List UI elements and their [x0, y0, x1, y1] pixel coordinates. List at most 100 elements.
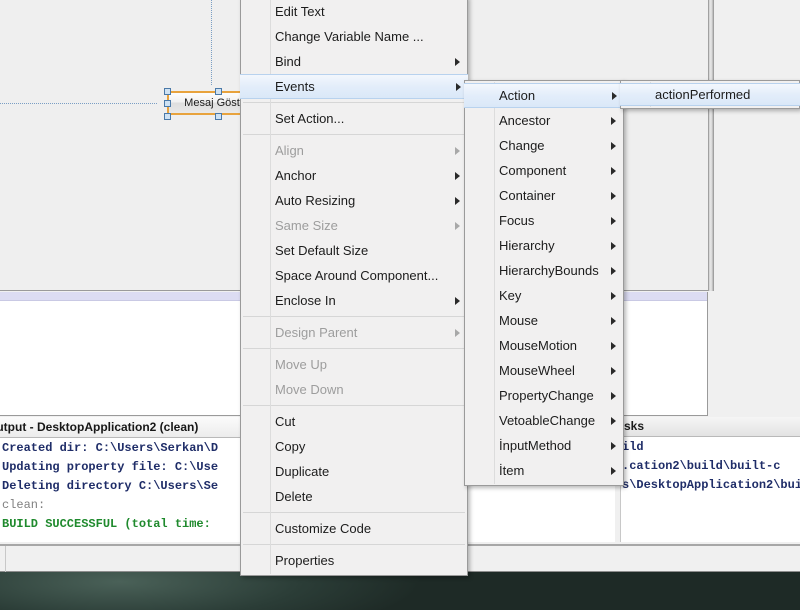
- submenu-arrow-icon: [611, 116, 616, 125]
- menu-item-duplicate[interactable]: Duplicate: [241, 459, 467, 484]
- menu-item-label: Mouse: [499, 313, 539, 328]
- events-item-i-nputmethod[interactable]: İnputMethod: [465, 433, 623, 458]
- action-item-actionperformed[interactable]: actionPerformed: [620, 83, 800, 106]
- menu-item-label: Bind: [275, 54, 302, 69]
- menu-item-design-parent: Design Parent: [241, 320, 467, 345]
- menu-item-label: Action: [499, 88, 536, 103]
- tasks-log[interactable]: ild .cation2\build\built-c s\DesktopAppl…: [622, 438, 800, 542]
- events-item-hierarchybounds[interactable]: HierarchyBounds: [465, 258, 623, 283]
- desktop-wallpaper: [0, 572, 800, 610]
- resize-handle-n[interactable]: [215, 88, 222, 95]
- submenu-arrow-icon: [611, 191, 616, 200]
- menu-item-events[interactable]: Events: [240, 74, 468, 99]
- menu-item-label: Copy: [275, 439, 306, 454]
- menu-item-label: Cut: [275, 414, 296, 429]
- menu-item-change-variable-name[interactable]: Change Variable Name ...: [241, 24, 467, 49]
- events-item-component[interactable]: Component: [465, 158, 623, 183]
- menu-separator: [243, 348, 465, 349]
- menu-item-anchor[interactable]: Anchor: [241, 163, 467, 188]
- menu-item-label: Space Around Component...: [275, 268, 439, 283]
- events-item-focus[interactable]: Focus: [465, 208, 623, 233]
- menu-item-label: MouseWheel: [499, 363, 575, 378]
- menu-item-label: Same Size: [275, 218, 338, 233]
- menu-item-move-down: Move Down: [241, 377, 467, 402]
- menu-item-label: Design Parent: [275, 325, 358, 340]
- events-item-mousemotion[interactable]: MouseMotion: [465, 333, 623, 358]
- menu-item-customize-code[interactable]: Customize Code: [241, 516, 467, 541]
- menu-item-set-action[interactable]: Set Action...: [241, 106, 467, 131]
- tasks-line: ild: [622, 440, 644, 454]
- events-item-change[interactable]: Change: [465, 133, 623, 158]
- events-item-mousewheel[interactable]: MouseWheel: [465, 358, 623, 383]
- events-item-action[interactable]: Action: [464, 83, 624, 108]
- submenu-arrow-icon: [611, 466, 616, 475]
- submenu-arrow-icon: [611, 316, 616, 325]
- menu-item-auto-resizing[interactable]: Auto Resizing: [241, 188, 467, 213]
- submenu-arrow-icon: [611, 266, 616, 275]
- status-bar-rail: [0, 546, 6, 572]
- menu-item-enclose-in[interactable]: Enclose In: [241, 288, 467, 313]
- menu-item-label: Component: [499, 163, 567, 178]
- menu-item-space-around-component[interactable]: Space Around Component...: [241, 263, 467, 288]
- menu-item-copy[interactable]: Copy: [241, 434, 467, 459]
- submenu-arrow-icon: [611, 416, 616, 425]
- resize-handle-sw[interactable]: [164, 113, 171, 120]
- events-item-hierarchy[interactable]: Hierarchy: [465, 233, 623, 258]
- menu-item-label: Move Up: [275, 357, 328, 372]
- component-context-menu[interactable]: Edit Text Change Variable Name ... Bind Eve…: [240, 0, 468, 576]
- menu-item-label: Properties: [275, 553, 335, 568]
- submenu-arrow-icon: [455, 296, 460, 305]
- submenu-arrow-icon: [455, 171, 460, 180]
- menu-item-properties[interactable]: Properties: [241, 548, 467, 573]
- submenu-arrow-icon: [611, 216, 616, 225]
- menu-item-label: Anchor: [275, 168, 317, 183]
- events-item-propertychange[interactable]: PropertyChange: [465, 383, 623, 408]
- alignment-guide-vertical: [211, 0, 212, 85]
- menu-item-label: Set Default Size: [275, 243, 369, 258]
- tasks-window[interactable]: sks ild .cation2\build\built-c s\Desktop…: [615, 417, 800, 542]
- submenu-arrow-icon: [611, 291, 616, 300]
- menu-item-delete[interactable]: Delete: [241, 484, 467, 509]
- vertical-splitter[interactable]: [708, 0, 714, 291]
- menu-item-label: İtem: [499, 463, 525, 478]
- events-item-container[interactable]: Container: [465, 183, 623, 208]
- tasks-header[interactable]: sks: [622, 417, 800, 437]
- events-item-mouse[interactable]: Mouse: [465, 308, 623, 333]
- menu-item-label: Events: [275, 79, 315, 94]
- resize-handle-nw[interactable]: [164, 88, 171, 95]
- submenu-arrow-icon: [611, 166, 616, 175]
- menu-item-label: Duplicate: [275, 464, 330, 479]
- events-submenu[interactable]: Action Ancestor Change Component Container Fo…: [464, 80, 624, 486]
- menu-item-label: actionPerformed: [655, 87, 751, 102]
- screen-root: Mesaj Göst Output - DesktopApplication2 …: [0, 0, 800, 610]
- menu-item-label: VetoableChange: [499, 413, 596, 428]
- menu-item-cut[interactable]: Cut: [241, 409, 467, 434]
- submenu-arrow-icon: [611, 241, 616, 250]
- output-tab-title[interactable]: Output - DesktopApplication2 (clean): [0, 420, 198, 434]
- menu-separator: [243, 134, 465, 135]
- events-item-vetoablechange[interactable]: VetoableChange: [465, 408, 623, 433]
- menu-item-label: Change: [499, 138, 545, 153]
- events-item-i-tem[interactable]: İtem: [465, 458, 623, 483]
- events-item-ancestor[interactable]: Ancestor: [465, 108, 623, 133]
- menu-item-set-default-size[interactable]: Set Default Size: [241, 238, 467, 263]
- menu-item-label: Delete: [275, 489, 313, 504]
- menu-item-label: Edit Text: [275, 4, 325, 19]
- action-submenu[interactable]: actionPerformed: [620, 80, 800, 109]
- resize-handle-s[interactable]: [215, 113, 222, 120]
- submenu-arrow-icon: [455, 221, 460, 230]
- menu-item-edit-text[interactable]: Edit Text: [241, 0, 467, 24]
- menu-item-align: Align: [241, 138, 467, 163]
- menu-item-label: Container: [499, 188, 556, 203]
- resize-handle-w[interactable]: [164, 100, 171, 107]
- menu-separator: [243, 512, 465, 513]
- menu-item-same-size: Same Size: [241, 213, 467, 238]
- menu-item-label: Change Variable Name ...: [275, 29, 424, 44]
- alignment-guide-horizontal: [0, 103, 157, 104]
- tasks-line: .cation2\build\built-c: [622, 459, 781, 473]
- events-item-key[interactable]: Key: [465, 283, 623, 308]
- menu-separator: [243, 102, 465, 103]
- submenu-arrow-icon: [456, 82, 461, 91]
- menu-item-bind[interactable]: Bind: [241, 49, 467, 74]
- submenu-arrow-icon: [611, 341, 616, 350]
